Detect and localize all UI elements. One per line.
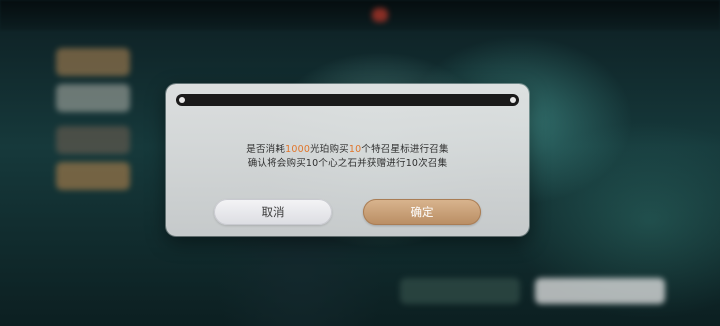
confirm-message-line-1: 是否消耗1000光珀购买10个特召星标进行召集: [166, 141, 529, 155]
blurred-bottom-button: [400, 278, 520, 304]
cost-amount: 1000: [285, 144, 311, 155]
blurred-currency-icon: [372, 8, 388, 22]
message-text: 个特召星标进行召集: [361, 144, 449, 155]
confirm-message-line-2: 确认将会购买10个心之石并获赠进行10次召集: [247, 158, 448, 169]
blurred-side-card: [56, 84, 130, 112]
title-bar-pin-icon: [179, 97, 185, 103]
blurred-side-card: [56, 126, 130, 154]
blurred-side-card: [56, 162, 130, 190]
dialog-title-bar: [176, 94, 519, 106]
purchase-confirm-dialog: 是否消耗1000光珀购买10个特召星标进行召集 确认将会购买10个心之石并获赠进…: [166, 84, 529, 236]
blurred-side-card: [56, 48, 130, 76]
confirm-button[interactable]: 确定: [363, 199, 481, 225]
cancel-button[interactable]: 取消: [214, 199, 332, 225]
blurred-bottom-button: [535, 278, 665, 304]
message-text: 是否消耗: [246, 144, 286, 155]
blurred-top-bar: [0, 0, 720, 30]
title-bar-pin-icon: [510, 97, 516, 103]
purchase-count: 10: [348, 144, 362, 155]
message-text: 光珀购买: [310, 144, 349, 155]
